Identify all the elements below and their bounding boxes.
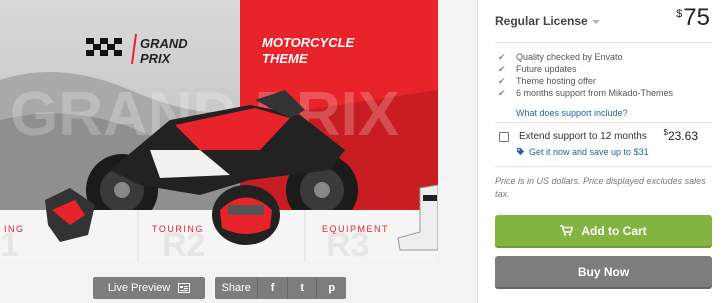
twitter-share-icon[interactable]: t xyxy=(288,277,318,299)
add-to-cart-label: Add to Cart xyxy=(581,223,647,238)
facebook-share-icon[interactable]: f xyxy=(258,277,288,299)
chevron-down-icon xyxy=(591,19,600,24)
live-preview-button[interactable]: Live Preview xyxy=(93,277,205,299)
pinterest-share-icon[interactable]: p xyxy=(317,277,346,299)
preview-actions-bar: Live Preview Share f t p xyxy=(0,262,477,303)
feature-text: Theme hosting offer xyxy=(516,76,596,86)
extend-promo-link[interactable]: Get it now and save up to $31 xyxy=(516,147,649,157)
preview-window-icon xyxy=(178,283,191,293)
license-features-list: ✔ Quality checked by Envato ✔ Future updat… xyxy=(498,51,712,99)
license-selector[interactable]: Regular License $75 xyxy=(495,4,712,43)
theme-preview-image[interactable]: GRAND PRIX GRAND PRIX MOTORCYCLE THEME 1… xyxy=(0,0,438,262)
checkmark-icon: ✔ xyxy=(498,64,506,74)
price-note: Price is in US dollars. Price displayed … xyxy=(495,176,706,199)
share-label: Share xyxy=(215,277,259,299)
helmet-illustration xyxy=(212,185,280,245)
theme-title-line2: THEME xyxy=(262,51,308,66)
checkmark-icon: ✔ xyxy=(498,76,506,86)
support-info-link[interactable]: What does support include? xyxy=(516,108,628,118)
feature-text: 6 months support from Mikado-Themes xyxy=(516,88,674,98)
license-price: $75 xyxy=(676,4,710,32)
promo-text: Get it now and save up to $31 xyxy=(529,147,649,157)
preview-artwork: GRAND PRIX GRAND PRIX MOTORCYCLE THEME 1… xyxy=(0,0,438,262)
feature-item: ✔ Theme hosting offer xyxy=(498,75,712,87)
feature-text: Future updates xyxy=(516,64,577,74)
add-to-cart-button[interactable]: Add to Cart xyxy=(495,215,712,246)
currency-symbol: $ xyxy=(676,8,683,20)
feature-item: ✔ 6 months support from Mikado-Themes xyxy=(498,87,712,99)
checkmark-icon: ✔ xyxy=(498,88,506,98)
price-tag-icon xyxy=(516,147,525,156)
extend-support-price: $23.63 xyxy=(664,128,698,143)
extend-support-label[interactable]: Extend support to 12 months xyxy=(519,131,647,142)
checkmark-icon: ✔ xyxy=(498,52,506,62)
license-name[interactable]: Regular License xyxy=(495,14,600,28)
item-preview-panel: GRAND PRIX GRAND PRIX MOTORCYCLE THEME 1… xyxy=(0,0,477,303)
feature-item: ✔ Quality checked by Envato xyxy=(498,51,712,63)
bottom-left-label: ING xyxy=(4,224,25,234)
feature-item: ✔ Future updates xyxy=(498,63,712,75)
cart-icon xyxy=(560,225,574,236)
extend-support-checkbox[interactable] xyxy=(499,132,509,142)
logo-line2: PRIX xyxy=(140,51,172,66)
buy-now-button[interactable]: Buy Now xyxy=(495,256,712,287)
feature-text: Quality checked by Envato xyxy=(516,52,623,62)
live-preview-label: Live Preview xyxy=(107,282,171,294)
bottom-right-label: EQUIPMENT xyxy=(322,224,389,234)
purchase-panel: Regular License $75 ✔ Quality checked by … xyxy=(477,0,721,303)
buy-now-label: Buy Now xyxy=(577,264,630,279)
divider xyxy=(495,166,712,167)
price-value: 75 xyxy=(683,4,710,31)
license-label: Regular License xyxy=(495,14,588,28)
divider xyxy=(495,122,712,123)
theme-title-line1: MOTORCYCLE xyxy=(262,35,355,50)
logo-line1: GRAND xyxy=(140,36,188,51)
share-button-group: Share f t p xyxy=(215,277,346,299)
extend-amount: 23.63 xyxy=(667,129,698,143)
bottom-middle-label: TOURING xyxy=(152,224,204,234)
